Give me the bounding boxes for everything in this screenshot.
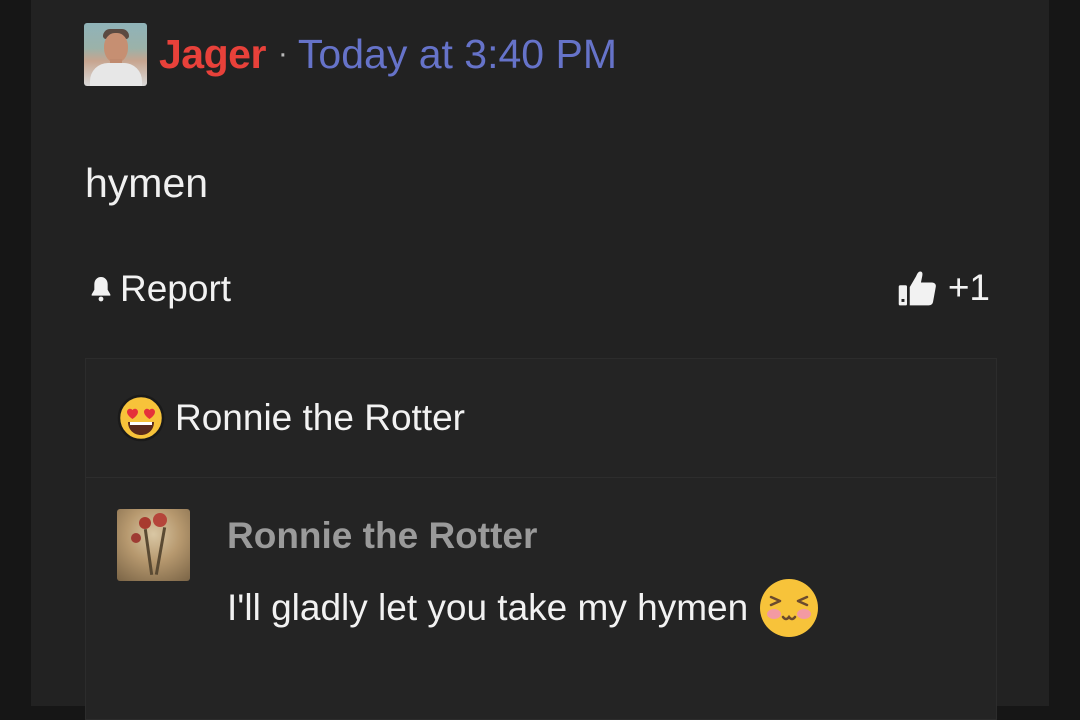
quoted-message: I'll gladly let you take my hymen xyxy=(227,577,820,639)
quoted-author-avatar[interactable] xyxy=(117,509,190,581)
quote-box: Ronnie the Rotter Ronnie the Rotter I'll… xyxy=(85,358,997,720)
blush-emoji-icon xyxy=(760,579,819,637)
heart-eyes-emoji-icon xyxy=(117,394,165,442)
post-card: Jager · Today at 3:40 PM hymen Report +1 xyxy=(31,0,1049,720)
author-avatar[interactable] xyxy=(84,22,147,86)
header-separator: · xyxy=(277,37,288,70)
thumbs-up-icon xyxy=(898,271,936,306)
reaction-user-name[interactable]: Ronnie the Rotter xyxy=(175,397,465,439)
author-name[interactable]: Jager xyxy=(159,31,266,78)
post-header: Jager · Today at 3:40 PM xyxy=(84,22,617,86)
like-button[interactable]: +1 xyxy=(896,266,990,310)
report-label: Report xyxy=(120,268,232,309)
report-button[interactable]: Report xyxy=(85,268,231,310)
post-timestamp[interactable]: Today at 3:40 PM xyxy=(298,31,617,78)
quoted-author-name[interactable]: Ronnie the Rotter xyxy=(227,515,537,557)
reaction-row: Ronnie the Rotter xyxy=(86,359,996,478)
quoted-message-text: I'll gladly let you take my hymen xyxy=(227,587,749,628)
bell-icon xyxy=(91,277,111,302)
post-body: hymen xyxy=(85,160,209,206)
post-actions: Report +1 xyxy=(85,266,990,314)
like-count: +1 xyxy=(947,267,990,308)
